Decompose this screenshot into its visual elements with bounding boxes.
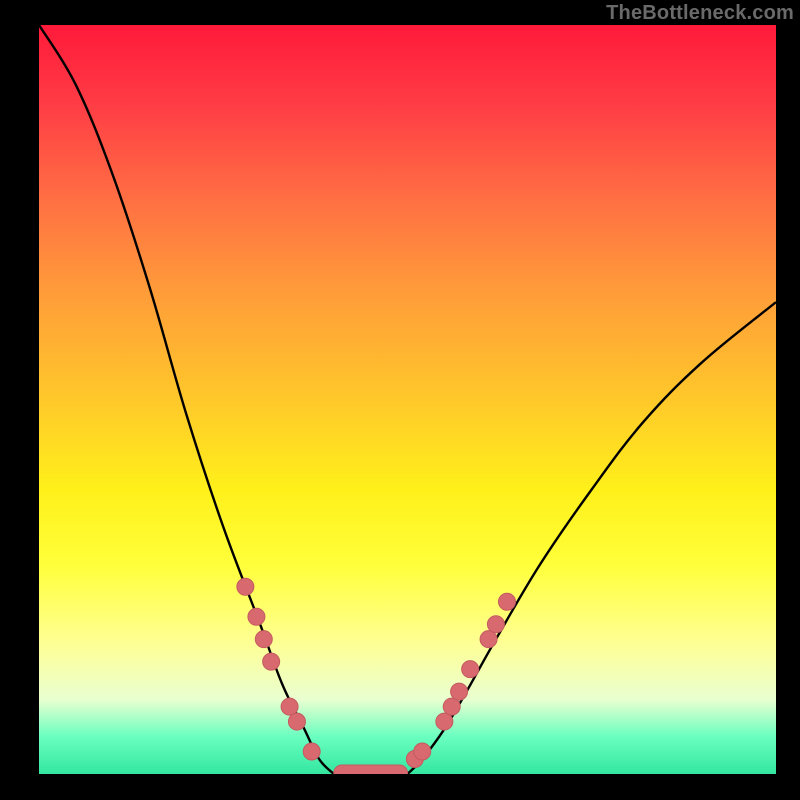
marker-left-3 [263,653,280,670]
marker-left-5 [288,713,305,730]
marker-left-0 [237,578,254,595]
marker-right-5 [462,661,479,678]
bottom-bar [334,765,408,774]
curve-layer [39,25,776,774]
curve-right-curve [408,302,777,774]
marker-right-7 [487,616,504,633]
marker-right-8 [498,593,515,610]
marker-left-1 [248,608,265,625]
marker-right-6 [480,631,497,648]
marker-right-1 [414,743,431,760]
marker-left-2 [255,631,272,648]
marker-right-2 [436,713,453,730]
plot-area [39,25,776,774]
marker-right-3 [443,698,460,715]
marker-left-4 [281,698,298,715]
chart-frame: TheBottleneck.com [0,0,800,800]
watermark-label: TheBottleneck.com [606,2,794,25]
marker-left-6 [303,743,320,760]
curve-left-curve [39,25,334,774]
marker-right-4 [451,683,468,700]
